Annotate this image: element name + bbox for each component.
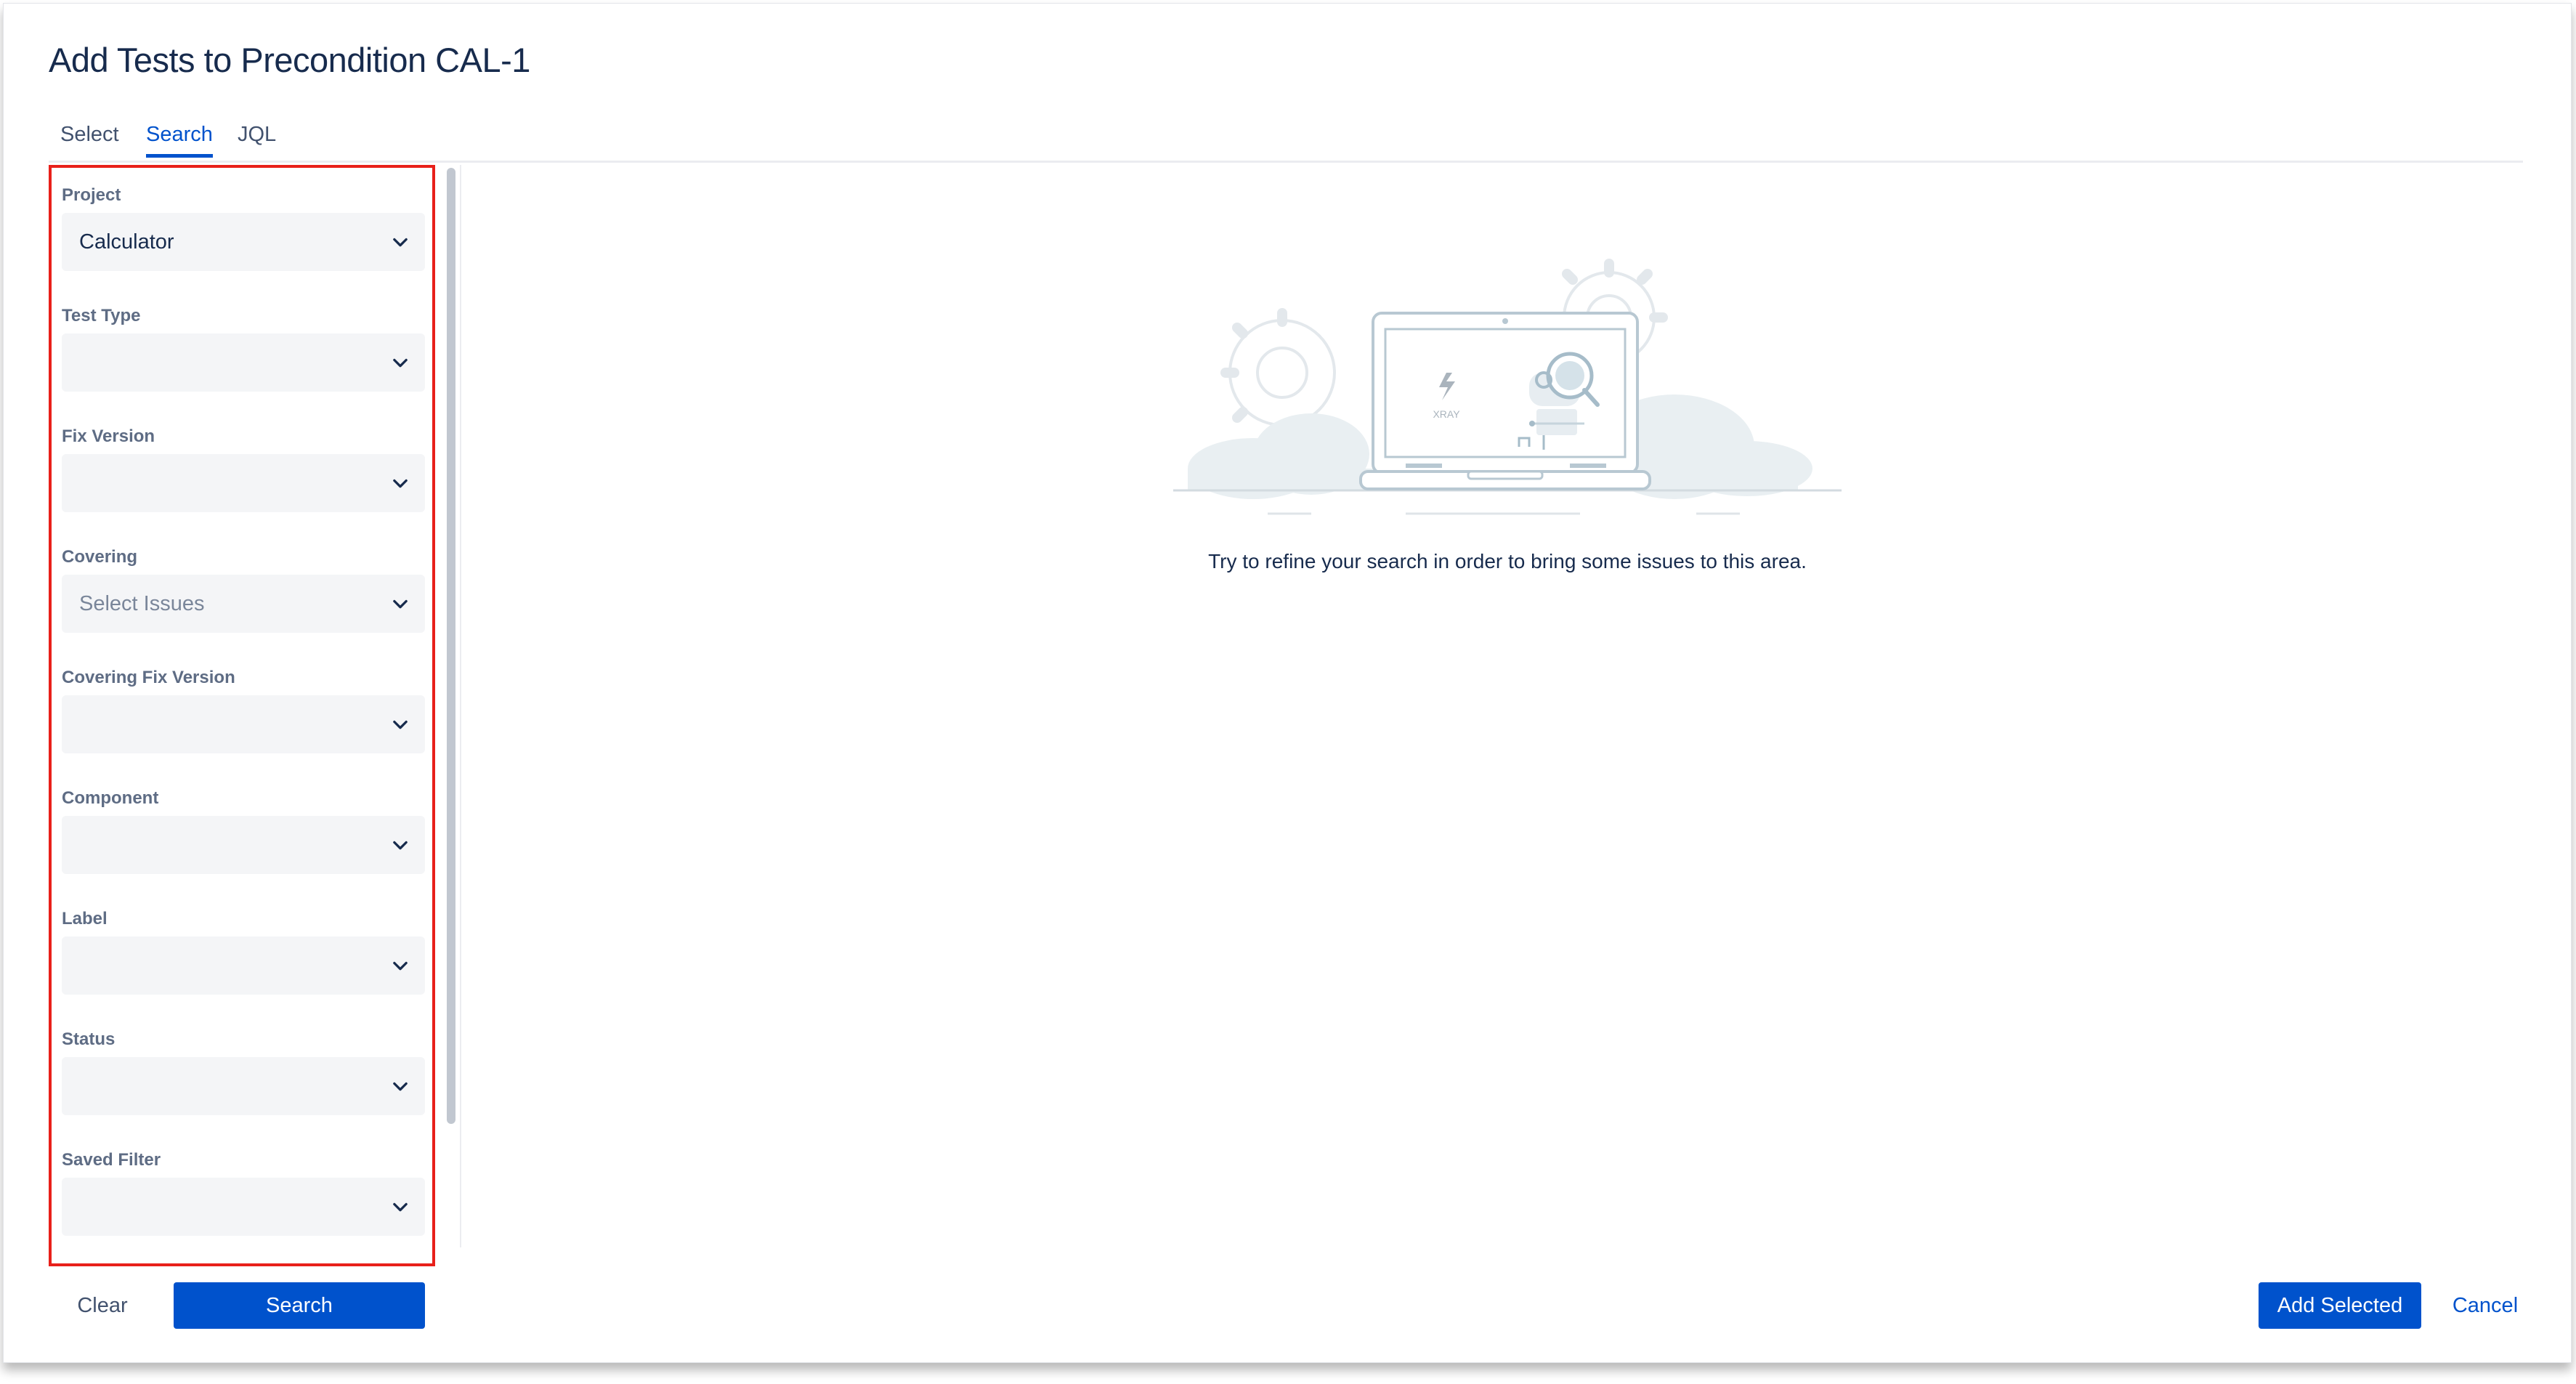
laptop-icon [1359, 312, 1651, 490]
cancel-button[interactable]: Cancel [2440, 1282, 2530, 1329]
filter-label-field: Label [62, 906, 425, 995]
filter-label: Test Type [62, 306, 141, 325]
component-select[interactable] [62, 816, 425, 874]
filter-label: Covering [62, 547, 138, 567]
tab-bar: Select Search JQL [49, 120, 2523, 163]
illustration-text: XRAY [1433, 408, 1460, 420]
filter-label: Label [62, 909, 108, 928]
filter-label: Saved Filter [62, 1150, 161, 1170]
covering-fix-version-select[interactable] [62, 695, 425, 753]
filter-test-type: Test Type [62, 303, 425, 392]
filter-label: Project [62, 185, 121, 205]
dialog-title: Add Tests to Precondition CAL-1 [49, 41, 530, 79]
tab-select[interactable]: Select [60, 123, 119, 154]
project-select[interactable]: Calculator [62, 213, 425, 271]
fix-version-select[interactable] [62, 454, 425, 512]
filter-label: Fix Version [62, 426, 155, 446]
filter-panel: Project Calculator Test Type Fix Version [49, 165, 435, 1266]
tab-search[interactable]: Search [146, 123, 213, 158]
chevron-down-icon [393, 599, 408, 609]
covering-select[interactable]: Select Issues [62, 575, 425, 633]
chevron-down-icon [393, 841, 408, 850]
tab-jql[interactable]: JQL [238, 123, 276, 154]
chevron-down-icon [393, 720, 408, 729]
select-placeholder: Select Issues [79, 592, 205, 615]
filter-saved-filter: Saved Filter [62, 1147, 425, 1236]
clear-button[interactable]: Clear [62, 1282, 143, 1329]
filter-scrollbar[interactable] [442, 165, 461, 1247]
filter-project: Project Calculator [62, 182, 425, 271]
filter-label: Status [62, 1029, 116, 1049]
filter-fix-version: Fix Version [62, 424, 425, 512]
filter-component: Component [62, 785, 425, 874]
empty-state-illustration: XRAY [1173, 259, 1842, 515]
search-button[interactable]: Search [174, 1282, 425, 1329]
add-selected-button[interactable]: Add Selected [2259, 1282, 2421, 1329]
label-select[interactable] [62, 936, 425, 995]
select-value: Calculator [79, 230, 174, 254]
chevron-down-icon [393, 358, 408, 368]
test-type-select[interactable] [62, 333, 425, 392]
chevron-down-icon [393, 961, 408, 971]
chevron-down-icon [393, 1082, 408, 1091]
chevron-down-icon [393, 1202, 408, 1212]
scrollbar-thumb[interactable] [447, 168, 455, 1124]
chevron-down-icon [393, 238, 408, 247]
dialog: Add Tests to Precondition CAL-1 Select S… [3, 3, 2572, 1363]
filter-label: Covering Fix Version [62, 668, 235, 687]
filter-list: Project Calculator Test Type Fix Version [52, 168, 432, 1263]
filter-covering-fix-version: Covering Fix Version [62, 665, 425, 753]
empty-state-message: Try to refine your search in order to br… [1208, 550, 1807, 572]
filter-label: Component [62, 788, 159, 808]
status-select[interactable] [62, 1057, 425, 1115]
filter-covering: Covering Select Issues [62, 544, 425, 633]
saved-filter-select[interactable] [62, 1178, 425, 1236]
filter-status: Status [62, 1027, 425, 1115]
chevron-down-icon [393, 479, 408, 488]
